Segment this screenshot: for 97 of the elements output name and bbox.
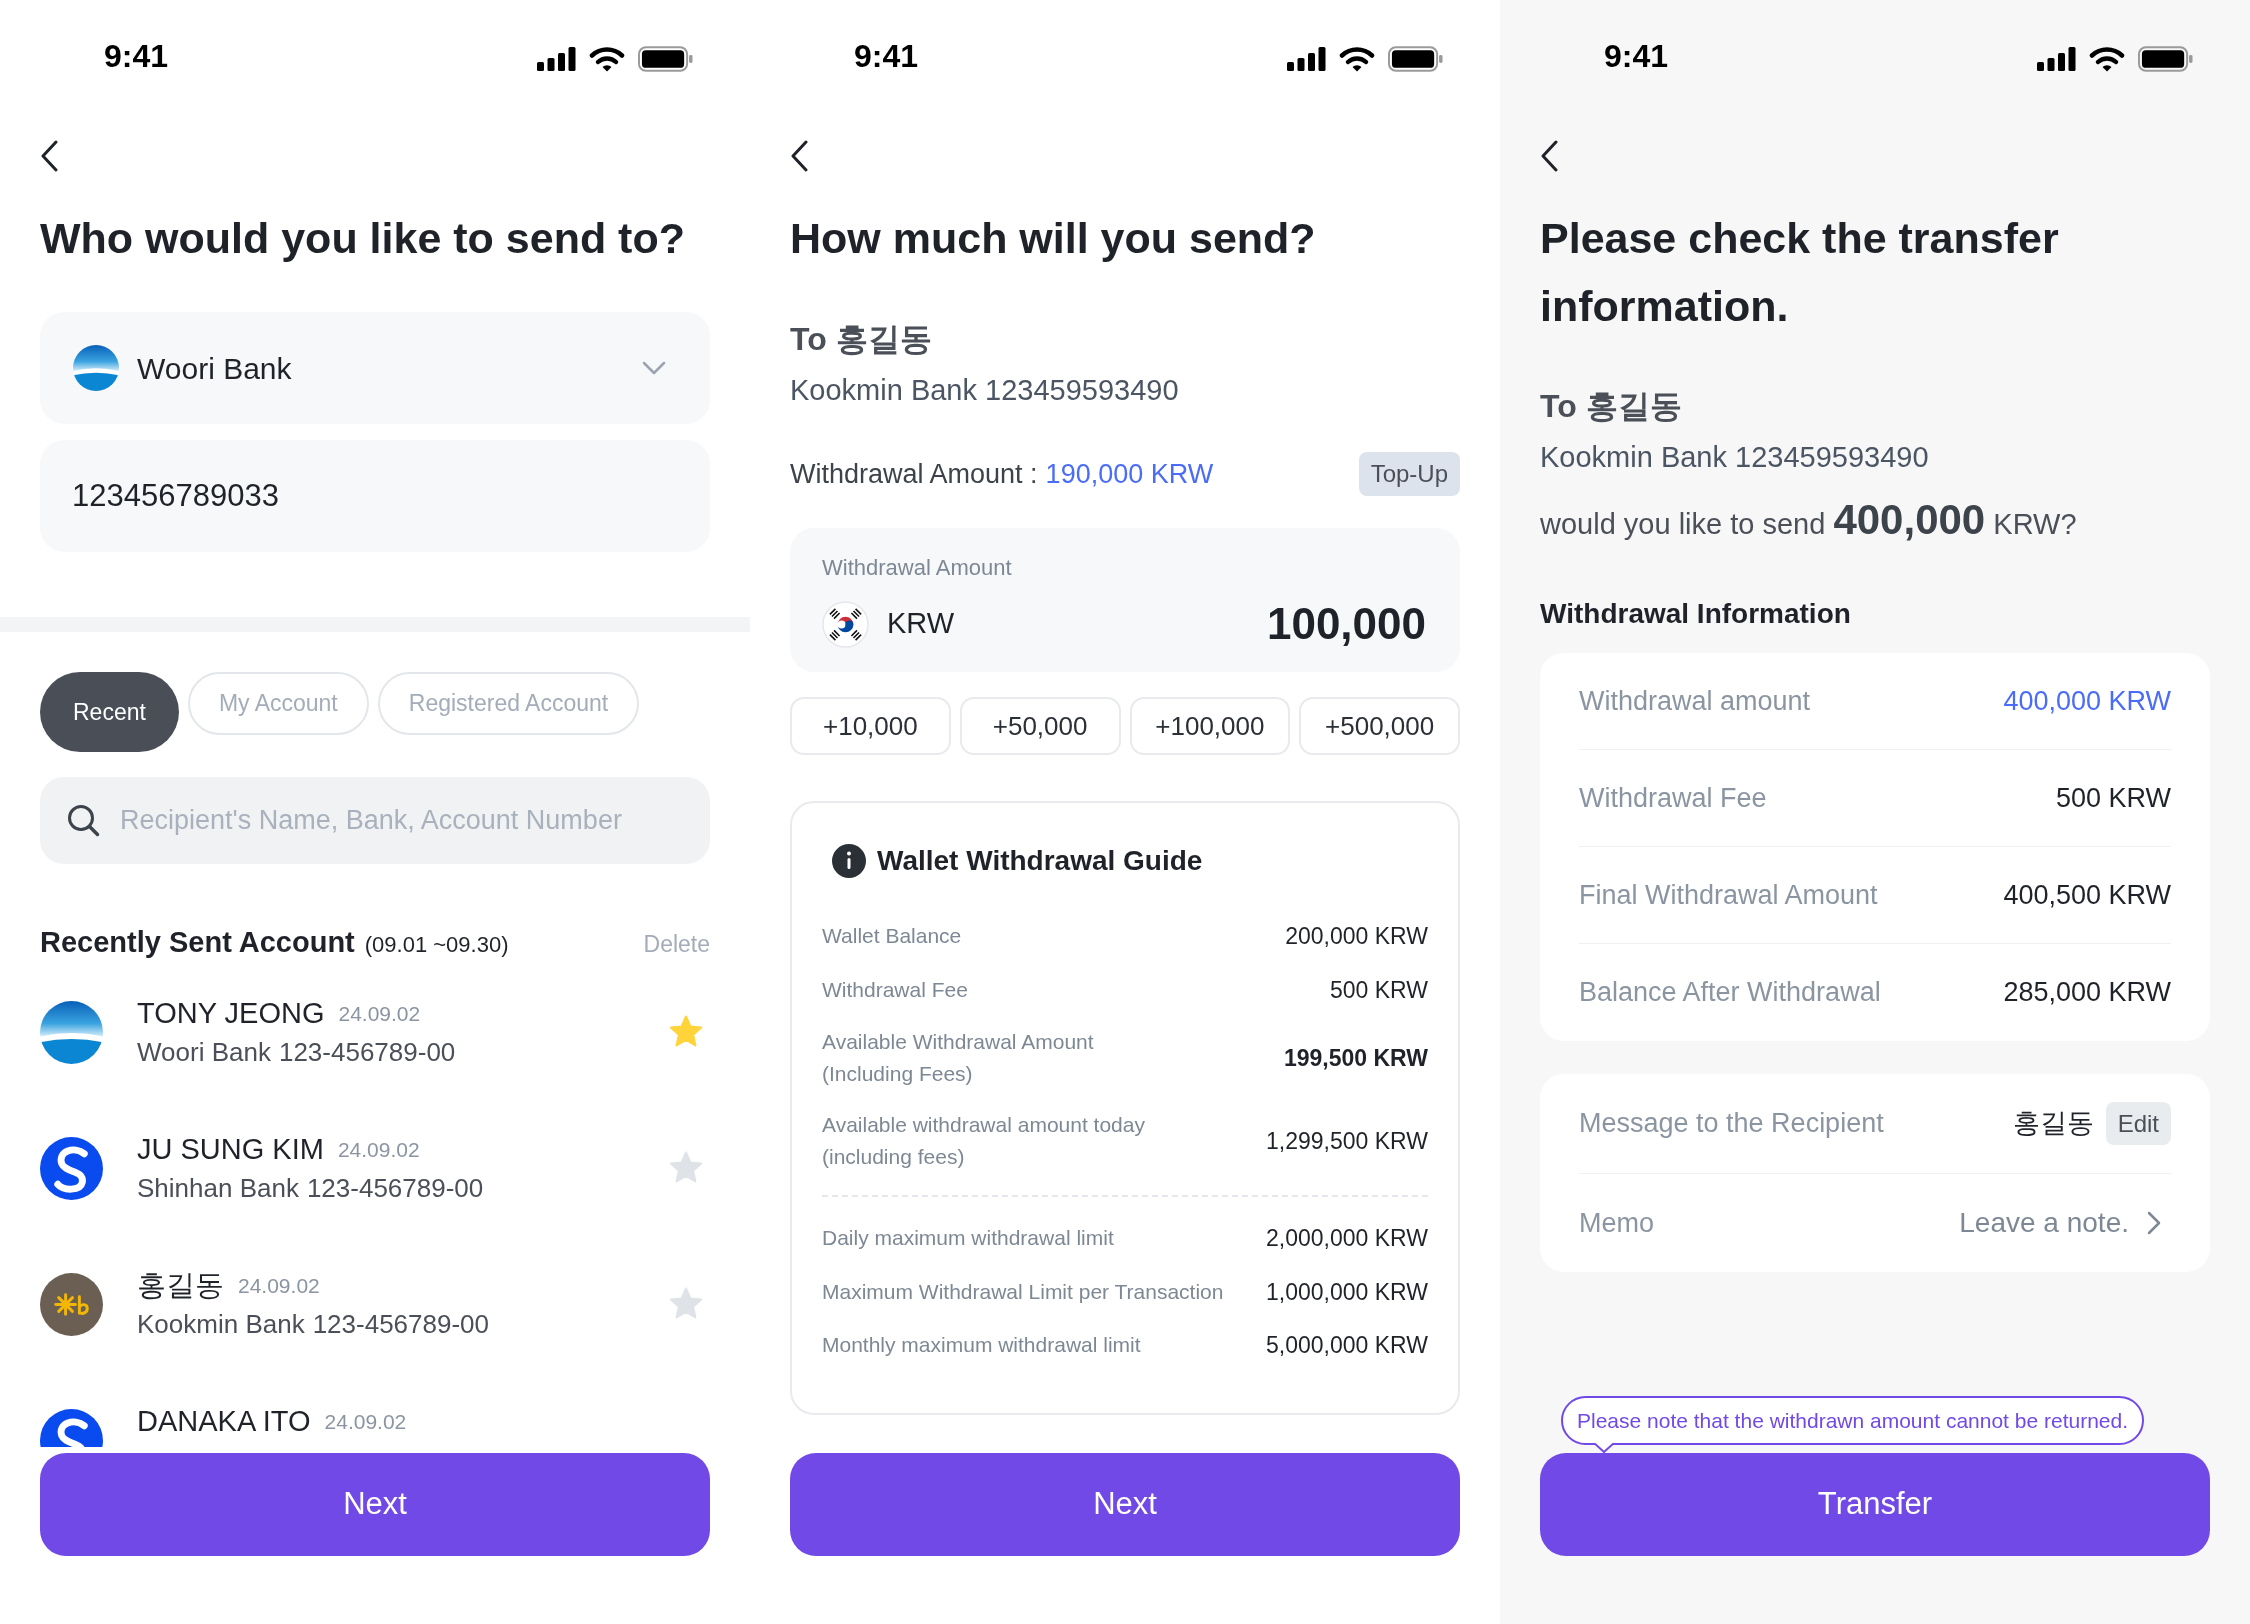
- bank-logo-icon: [40, 1272, 103, 1336]
- bank-logo-icon: [40, 1136, 103, 1200]
- account-number: 123-456789-00: [278, 1035, 456, 1069]
- recipient-account: Kookmin Bank 123459593490: [790, 373, 1180, 408]
- bank-logo-icon: [40, 1000, 103, 1064]
- sent-date: 24.09.02: [337, 1137, 420, 1164]
- recipient-name: 홍길동: [137, 1268, 224, 1304]
- recipient-name: TONY JEONG: [137, 996, 325, 1032]
- currency-code: KRW: [887, 606, 955, 642]
- balance-label: Withdrawal Amount :: [790, 457, 1038, 491]
- flag-icon: [822, 600, 869, 648]
- status-time: 9:41: [854, 40, 919, 72]
- chevron-right-icon: [2147, 1211, 2161, 1235]
- battery-icon: [638, 46, 693, 72]
- amount-label: Withdrawal Amount: [822, 554, 1013, 582]
- message-label: Message to the Recipient: [1579, 1107, 1884, 1141]
- bank-name: Kookmin Bank: [137, 1307, 305, 1341]
- transfer-button[interactable]: Transfer: [1540, 1453, 2210, 1556]
- info-value: 285,000 KRW: [2003, 976, 2171, 1010]
- section-title: Withdrawal Information: [1540, 597, 1852, 631]
- guide-label: Daily maximum withdrawal limit: [822, 1225, 1114, 1252]
- guide-label: Maximum Withdrawal Limit per Transaction: [822, 1278, 1224, 1305]
- date-range: (09.01 ~09.30): [364, 931, 509, 959]
- next-button[interactable]: Next: [790, 1453, 1460, 1556]
- signal-icon: [537, 47, 576, 71]
- guide-value: 2,000,000 KRW: [1266, 1224, 1428, 1253]
- recipient-name: To 홍길동: [1540, 387, 1683, 426]
- guide-label: Withdrawal Fee: [822, 976, 968, 1003]
- quick-amount-button[interactable]: +10,000: [790, 697, 951, 755]
- guide-value: 500 KRW: [1330, 975, 1428, 1005]
- balance-value: 190,000 KRW: [1045, 457, 1214, 491]
- guide-title: Wallet Withdrawal Guide: [877, 844, 1203, 878]
- quick-amount-button[interactable]: +500,000: [1299, 697, 1460, 755]
- signal-icon: [2037, 47, 2076, 71]
- info-label: Balance After Withdrawal: [1579, 976, 1881, 1010]
- filter-tab[interactable]: Recent: [40, 672, 179, 752]
- message-value: 홍길동: [2012, 1107, 2094, 1141]
- sent-date: 24.09.02: [338, 1001, 421, 1028]
- recipient-account: Kookmin Bank 123459593490: [1540, 440, 1930, 475]
- search-icon: [66, 803, 100, 837]
- signal-icon: [1287, 47, 1326, 71]
- bank-select[interactable]: Woori Bank: [40, 312, 710, 424]
- wifi-icon: [589, 46, 625, 72]
- battery-icon: [1388, 46, 1443, 72]
- edit-button[interactable]: Edit: [2105, 1102, 2171, 1145]
- amount-field[interactable]: Withdrawal Amount KRW 100,000: [790, 528, 1460, 672]
- info-label: Final Withdrawal Amount: [1579, 878, 1878, 912]
- bank-name: Shinhan Bank: [137, 1171, 299, 1205]
- section-title: Recently Sent Account: [40, 925, 355, 960]
- account-number: 123-456789-00: [312, 1307, 490, 1341]
- search-field[interactable]: Recipient's Name, Bank, Account Number: [40, 777, 710, 864]
- info-value: 400,000 KRW: [2003, 684, 2171, 718]
- account-field[interactable]: 123456789033: [40, 440, 710, 552]
- status-time: 9:41: [1604, 40, 1669, 72]
- sent-date: 24.09.02: [238, 1273, 320, 1300]
- notice-tooltip: Please note that the withdrawn amount cannot be returned.: [1561, 1396, 2145, 1445]
- guide-label: Monthly maximum withdrawal limit: [822, 1332, 1141, 1359]
- bank-name: Woori Bank: [137, 1035, 271, 1069]
- page-title: Please check the transfer information.: [1540, 213, 2060, 332]
- guide-label: Wallet Balance: [822, 923, 962, 950]
- send-question: would you like to send 400,000 KRW?: [1540, 495, 2078, 545]
- guide-value: 200,000 KRW: [1285, 922, 1428, 951]
- top-up-button[interactable]: Top-Up: [1358, 452, 1460, 496]
- guide-value: 5,000,000 KRW: [1266, 1331, 1428, 1360]
- bank-logo-icon: [73, 345, 119, 391]
- recipient-name: JU SUNG KIM: [137, 1132, 324, 1168]
- guide-value: 199,500 KRW: [1283, 1043, 1428, 1073]
- page-title: Who would you like to send to?: [40, 213, 686, 264]
- next-button[interactable]: Next: [40, 1453, 710, 1556]
- wifi-icon: [2089, 46, 2125, 72]
- tooltip-tail-icon: [1594, 1443, 1614, 1453]
- guide-value: 1,299,500 KRW: [1266, 1126, 1428, 1156]
- quick-amount-button[interactable]: +100,000: [1129, 697, 1291, 755]
- amount-value: 100,000: [1266, 598, 1426, 650]
- info-label: Withdrawal Fee: [1579, 781, 1767, 815]
- recipient-name: DANAKA ITO: [137, 1404, 311, 1440]
- quick-amount-button[interactable]: +50,000: [959, 697, 1121, 755]
- guide-label: Available Withdrawal Amount (Including Fees): [822, 1029, 1095, 1087]
- memo-label: Memo: [1579, 1206, 1654, 1240]
- account-number: 123-456789-00: [306, 1171, 484, 1205]
- battery-icon: [2138, 46, 2193, 72]
- recipient-name: To 홍길동: [790, 320, 933, 359]
- status-time: 9:41: [104, 40, 169, 72]
- chevron-down-icon: [642, 361, 666, 375]
- info-icon: [832, 844, 866, 878]
- back-icon[interactable]: [790, 140, 808, 172]
- guide-label: Available withdrawal amount today (including fees): [822, 1112, 1146, 1170]
- sent-date: 24.09.02: [324, 1409, 407, 1436]
- info-value: 400,500 KRW: [2003, 878, 2171, 912]
- info-value: 500 KRW: [2055, 781, 2171, 815]
- info-label: Withdrawal amount: [1579, 684, 1811, 718]
- memo-link[interactable]: Leave a note.: [1959, 1202, 2161, 1244]
- page-title: How much will you send?: [790, 213, 1317, 264]
- back-icon[interactable]: [40, 140, 58, 172]
- guide-value: 1,000,000 KRW: [1266, 1277, 1428, 1307]
- wifi-icon: [1339, 46, 1375, 72]
- back-icon[interactable]: [1540, 140, 1558, 172]
